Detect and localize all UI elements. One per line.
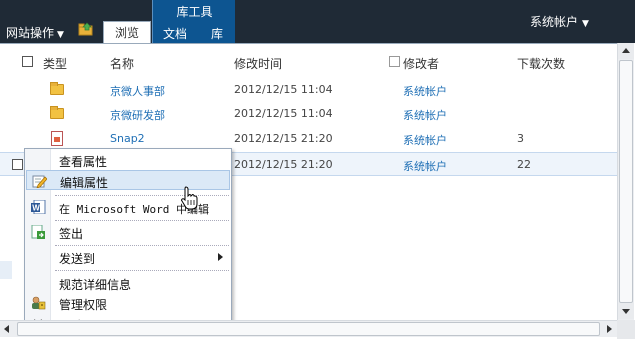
svg-text:W: W (32, 204, 40, 213)
column-type[interactable]: 类型 (43, 55, 67, 72)
menu-item-label: 查看属性 (59, 155, 108, 169)
navigate-up-icon[interactable] (78, 22, 94, 36)
modified-date: 2012/12/15 11:04 (234, 107, 333, 120)
modified-date: 2012/12/15 21:20 (234, 132, 333, 145)
modified-by-link[interactable]: 系统帐户 (403, 132, 447, 148)
download-count: 22 (517, 158, 531, 171)
permissions-icon (32, 296, 46, 310)
menu-item-manage-permissions[interactable]: 管理权限 (26, 293, 230, 313)
library-tools-title: 库工具 (176, 5, 213, 19)
menu-item-label: 签出 (59, 227, 84, 241)
menu-separator (55, 220, 229, 221)
modified-by-link[interactable]: 系统帐户 (403, 83, 447, 99)
menu-item-check-out[interactable]: 签出 (26, 222, 230, 242)
modified-date: 2012/12/15 11:04 (234, 83, 333, 96)
user-menu[interactable]: 系统帐户 ▼ (530, 13, 589, 30)
column-downloads[interactable]: 下载次数 (517, 55, 565, 72)
edit-properties-icon (32, 175, 47, 188)
modified-date: 2012/12/15 21:20 (234, 158, 333, 171)
menu-item-label: 管理权限 (59, 298, 108, 312)
column-modified-by[interactable]: 修改者 (403, 55, 439, 72)
vertical-scrollbar[interactable] (617, 43, 634, 320)
menu-item-edit-in-word[interactable]: W 在 Microsoft Word 中编辑 (26, 197, 230, 217)
ribbon: 网站操作 ▼ 浏览 库工具 文档 库 系统帐户 ▼ (0, 0, 635, 43)
modified-by-link[interactable]: 系统帐户 (403, 158, 447, 174)
site-actions-menu[interactable]: 网站操作 ▼ (6, 24, 64, 41)
menu-item-send-to[interactable]: 发送到 (26, 247, 230, 267)
menu-separator (55, 245, 229, 246)
arrow-right-icon (607, 325, 612, 333)
scroll-left-button[interactable] (0, 321, 16, 337)
column-headers: 类型 名称 修改时间 修改者 下载次数 (0, 44, 617, 78)
folder-icon (50, 106, 64, 119)
scroll-up-button[interactable] (618, 43, 634, 59)
arrow-up-icon (622, 48, 630, 53)
check-out-icon (31, 225, 45, 239)
word-document-icon: W (31, 200, 46, 214)
column-modified[interactable]: 修改时间 (234, 55, 282, 72)
table-row[interactable]: 京微人事部 2012/12/15 11:04 系统帐户 (0, 78, 617, 102)
tab-documents[interactable]: 文档 (163, 25, 187, 42)
table-row[interactable]: 京微研发部 2012/12/15 11:04 系统帐户 (0, 102, 617, 126)
scroll-right-button[interactable] (601, 321, 617, 337)
menu-item-label: 发送到 (59, 252, 96, 266)
vertical-scroll-thumb[interactable] (619, 60, 633, 303)
menu-item-compliance-details[interactable]: 规范详细信息 (26, 273, 230, 293)
menu-item-edit-properties[interactable]: 编辑属性 (26, 170, 230, 190)
arrow-down-icon (622, 309, 630, 314)
image-file-icon (51, 131, 63, 146)
left-panel-stub (0, 261, 12, 279)
item-context-menu: 查看属性 编辑属性 W 在 Microsoft Word 中编辑 签出 发送到 (24, 148, 232, 322)
scrollbar-corner (617, 320, 635, 339)
modified-by-link[interactable]: 系统帐户 (403, 107, 447, 123)
arrow-left-icon (4, 325, 9, 333)
horizontal-scroll-thumb[interactable] (17, 322, 600, 336)
column-name[interactable]: 名称 (110, 55, 134, 72)
hand-cursor-icon (181, 186, 198, 210)
modified-by-checkbox[interactable] (389, 56, 400, 67)
site-actions-label: 网站操作 (6, 26, 55, 40)
horizontal-scrollbar[interactable] (0, 320, 617, 337)
select-all-checkbox[interactable] (22, 56, 33, 67)
menu-separator (55, 270, 229, 271)
library-tools-group: 库工具 文档 库 (152, 0, 235, 43)
item-name[interactable]: 京微研发部 (110, 107, 165, 123)
user-name: 系统帐户 (530, 15, 579, 29)
menu-item-view-properties[interactable]: 查看属性 (26, 150, 230, 170)
row-checkbox[interactable] (12, 159, 23, 170)
tab-browse[interactable]: 浏览 (103, 21, 151, 43)
item-name[interactable]: Snap2 (110, 132, 145, 145)
chevron-down-icon: ▼ (57, 30, 64, 40)
tab-library[interactable]: 库 (211, 25, 223, 42)
folder-icon (50, 82, 64, 95)
item-name[interactable]: 京微人事部 (110, 83, 165, 99)
menu-item-label: 规范详细信息 (59, 278, 132, 292)
submenu-arrow-icon (218, 253, 223, 261)
menu-item-label: 编辑属性 (60, 176, 109, 190)
download-count: 3 (517, 132, 524, 145)
scroll-down-button[interactable] (618, 303, 634, 319)
menu-separator (55, 195, 229, 196)
chevron-down-icon: ▼ (582, 19, 589, 29)
